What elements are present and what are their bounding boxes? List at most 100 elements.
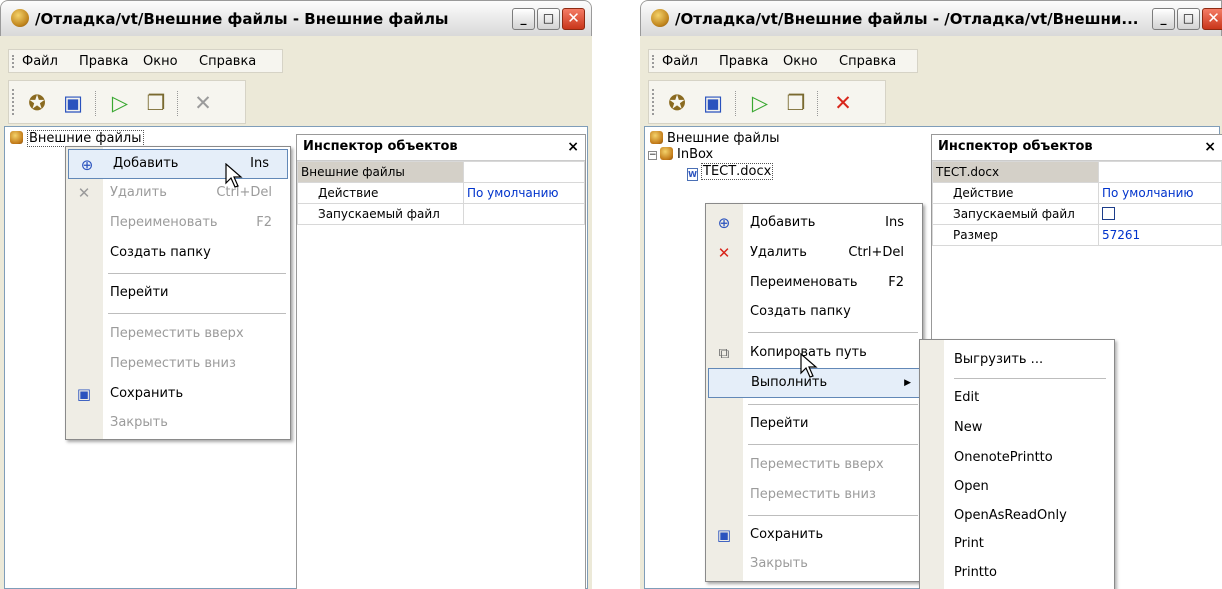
menu-item-goto[interactable]: Перейти [706, 409, 922, 439]
toolbar-separator [95, 91, 96, 116]
window-title: /Отладка/vt/Внешние файлы - /Отладка/vt/… [675, 10, 1139, 28]
menu-edit[interactable]: Правка [719, 54, 768, 69]
menu-item-label: Закрыть [110, 415, 168, 430]
menu-item-close[interactable]: Закрыть [706, 549, 922, 579]
menu-item-create-folder[interactable]: Создать папку [66, 238, 290, 268]
inspector-table: Внешние файлы Действие По умолчанию Запус… [297, 161, 585, 225]
delete-icon[interactable]: ✕ [829, 89, 857, 117]
property-name: Запускаемый файл [297, 203, 464, 225]
property-value[interactable]: По умолчанию [1098, 182, 1222, 204]
copy-icon: ⧉ [718, 344, 730, 362]
menu-help[interactable]: Справка [199, 54, 256, 69]
menu-separator [108, 273, 286, 274]
menu-item-save[interactable]: ▣ Сохранить [706, 520, 922, 550]
title-bar[interactable]: /Отладка/vt/Внешние файлы - Внешние файл… [0, 0, 592, 36]
properties-icon[interactable]: ❐ [782, 89, 810, 117]
mouse-cursor-icon [225, 163, 243, 188]
menu-item-goto[interactable]: Перейти [66, 278, 290, 308]
property-name: Размер [932, 224, 1099, 246]
menu-window[interactable]: Окно [143, 54, 178, 69]
submenu-item-new[interactable]: New [954, 420, 982, 435]
menu-file[interactable]: Файл [22, 54, 58, 69]
menu-item-add[interactable]: ⊕ Добавить Ins [68, 149, 288, 179]
property-value[interactable]: 57261 [1098, 224, 1222, 246]
menu-item-close[interactable]: Закрыть [66, 408, 290, 438]
menu-grip[interactable] [12, 55, 14, 68]
menu-item-create-folder[interactable]: Создать папку [706, 297, 922, 327]
tree-node-file[interactable]: W ТЕСТ.docx [687, 163, 774, 181]
window-2: /Отладка/vt/Внешние файлы - /Отладка/vt/… [640, 0, 1222, 589]
tree-node-inbox[interactable]: − InBox [648, 147, 713, 162]
inspector-close-icon[interactable]: × [567, 135, 579, 159]
menu-item-rename[interactable]: Переименовать F2 [66, 208, 290, 238]
submenu-item-onenote-printto[interactable]: OnenotePrintto [954, 450, 1053, 465]
menu-file[interactable]: Файл [662, 54, 698, 69]
tree-node-root[interactable]: Внешние файлы [10, 130, 144, 147]
menu-item-label: Переместить вверх [750, 457, 884, 472]
toolbar-grip[interactable] [12, 89, 14, 115]
mouse-cursor-icon [800, 353, 818, 378]
find-icon[interactable]: ✪ [663, 89, 691, 117]
menu-help[interactable]: Справка [839, 54, 896, 69]
minimize-button[interactable]: _ [1152, 8, 1175, 30]
save-icon[interactable]: ▣ [59, 89, 87, 117]
property-row[interactable]: Запускаемый файл [297, 203, 585, 225]
property-name: Действие [932, 182, 1099, 204]
maximize-button[interactable]: □ [1177, 8, 1200, 30]
context-menu: ⊕ Добавить Ins ✕ Удалить Ctrl+Del Переим… [65, 146, 291, 440]
menu-item-delete[interactable]: ✕ Удалить Ctrl+Del [66, 178, 290, 208]
menu-item-rename[interactable]: Переименовать F2 [706, 268, 922, 298]
checkbox[interactable] [1102, 207, 1115, 220]
tree-node-label: ТЕСТ.docx [701, 163, 774, 180]
property-value[interactable] [463, 203, 585, 225]
submenu-item-open[interactable]: Open [954, 479, 989, 494]
toolbar-grip[interactable] [652, 89, 654, 115]
minimize-button[interactable]: _ [512, 8, 535, 30]
menu-grip[interactable] [652, 55, 654, 68]
delete-icon[interactable]: ✕ [189, 89, 217, 117]
property-row[interactable]: Действие По умолчанию [932, 182, 1222, 204]
submenu-item-printto[interactable]: Printto [954, 565, 997, 580]
menu-item-move-down[interactable]: Переместить вниз [706, 480, 922, 510]
menu-item-save[interactable]: ▣ Сохранить [66, 379, 290, 409]
save-icon[interactable]: ▣ [699, 89, 727, 117]
find-icon[interactable]: ✪ [23, 89, 51, 117]
close-button[interactable]: ✕ [562, 8, 585, 30]
menu-edit[interactable]: Правка [79, 54, 128, 69]
tree-node-label: Внешние файлы [667, 131, 780, 146]
run-icon[interactable]: ▷ [106, 89, 134, 117]
submenu-item-export[interactable]: Выгрузить ... [954, 352, 1043, 367]
inspector-header: Инспектор объектов × [297, 135, 585, 161]
menu-item-add[interactable]: ⊕ Добавить Ins [706, 208, 922, 238]
property-row[interactable]: Размер 57261 [932, 224, 1222, 246]
submenu-arrow-icon: ▶ [904, 378, 911, 388]
properties-icon[interactable]: ❐ [142, 89, 170, 117]
title-bar[interactable]: /Отладка/vt/Внешние файлы - /Отладка/vt/… [640, 0, 1222, 36]
menu-item-move-down[interactable]: Переместить вниз [66, 349, 290, 379]
property-row[interactable]: Запускаемый файл [932, 203, 1222, 225]
run-icon[interactable]: ▷ [746, 89, 774, 117]
menu-item-move-up[interactable]: Переместить вверх [66, 319, 290, 349]
menu-item-label: Переименовать [110, 215, 218, 230]
property-value[interactable]: По умолчанию [463, 182, 585, 204]
maximize-button[interactable]: □ [537, 8, 560, 30]
submenu-item-edit[interactable]: Edit [954, 390, 979, 405]
object-inspector: Инспектор объектов × Внешние файлы Действ… [296, 134, 586, 589]
menu-item-move-up[interactable]: Переместить вверх [706, 450, 922, 480]
property-value[interactable] [1098, 203, 1222, 225]
submenu-item-open-readonly[interactable]: OpenAsReadOnly [954, 508, 1067, 523]
property-name: Запускаемый файл [932, 203, 1099, 225]
tree-panel: Внешние файлы − InBox W ТЕСТ.docx Инспекто… [644, 126, 1222, 589]
inspector-close-icon[interactable]: × [1204, 135, 1216, 159]
menu-separator [748, 332, 918, 333]
menu-item-delete[interactable]: ✕ Удалить Ctrl+Del [706, 238, 922, 268]
tree-node-root[interactable]: Внешние файлы [650, 131, 780, 146]
property-row[interactable]: Действие По умолчанию [297, 182, 585, 204]
window-1: /Отладка/vt/Внешние файлы - Внешние файл… [0, 0, 592, 589]
menu-window[interactable]: Окно [783, 54, 818, 69]
submenu-item-print[interactable]: Print [954, 536, 984, 551]
close-button[interactable]: ✕ [1202, 8, 1222, 30]
collapse-icon[interactable]: − [648, 151, 657, 160]
menu-item-label: Создать папку [110, 245, 211, 260]
delete-icon: ✕ [717, 244, 731, 262]
